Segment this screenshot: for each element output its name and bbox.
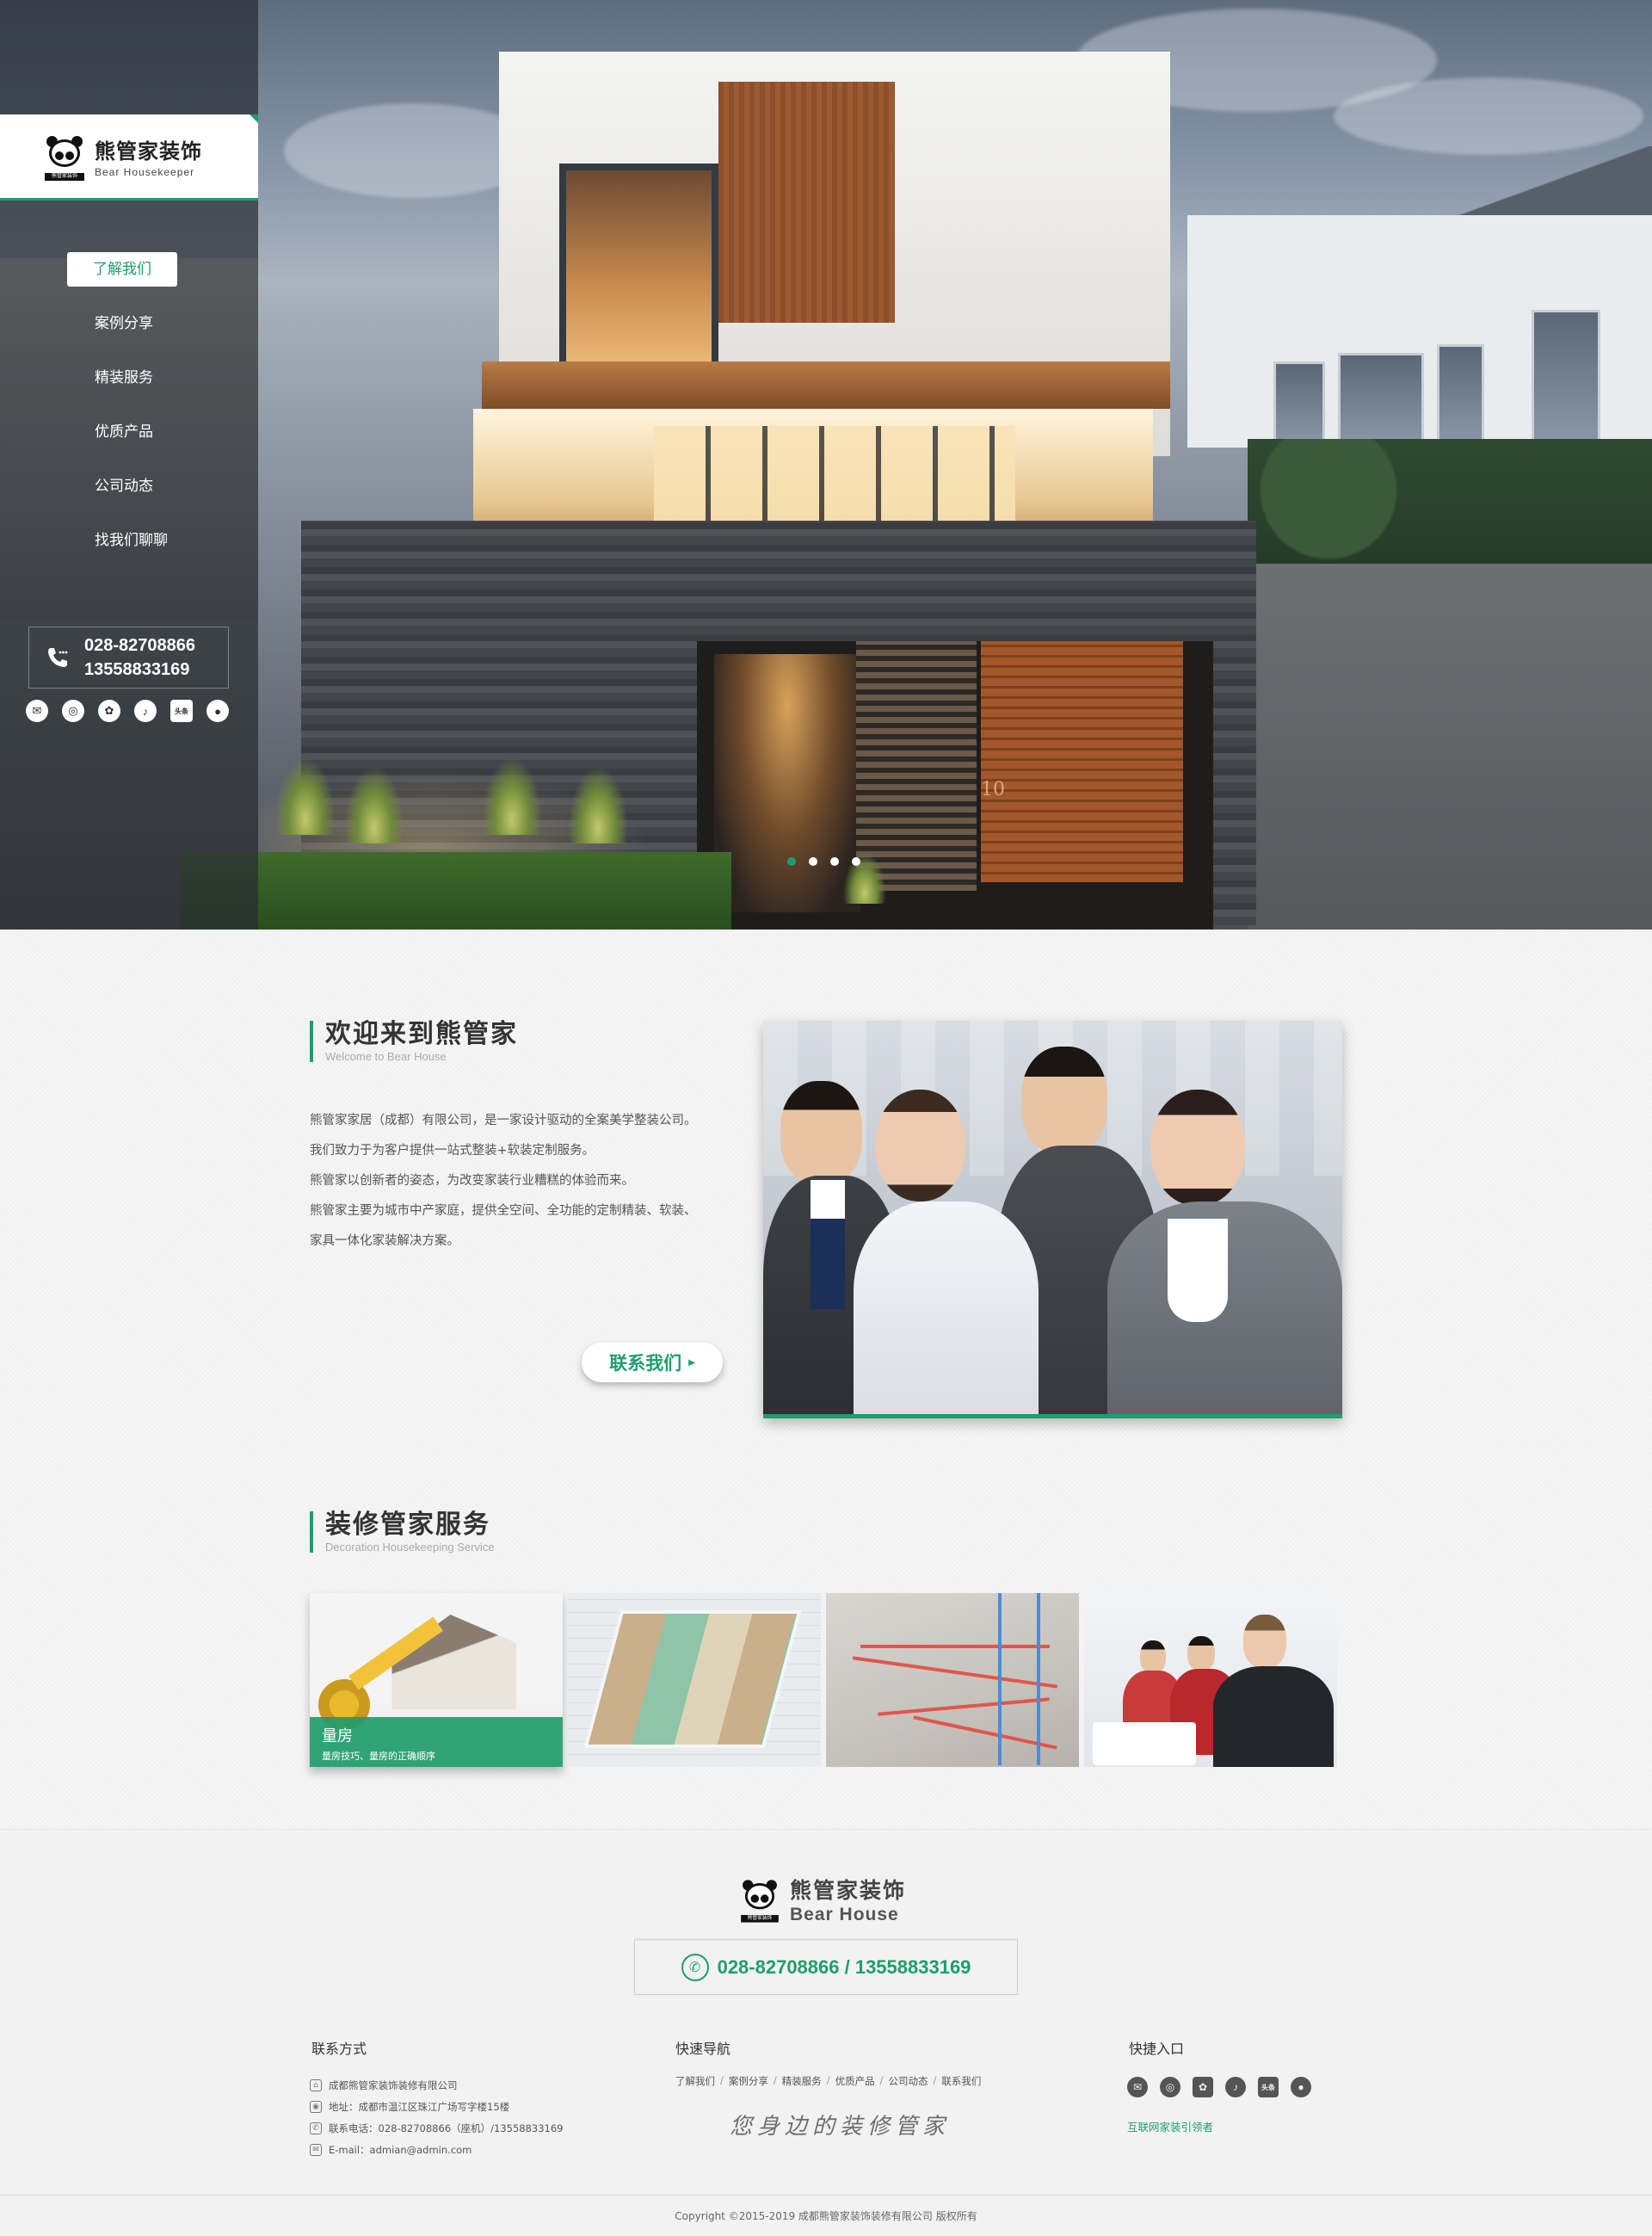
arrow-right-icon: ▶ [688,1357,695,1368]
boundary-wall [1248,564,1652,930]
plant [482,757,542,835]
main-house [430,34,1196,559]
contact-company: ⌂ 成都熊管家装饰装修有限公司 [310,2074,564,2096]
carousel-dot-2[interactable] [809,857,817,866]
floorplan-illustration [583,1610,802,1748]
mail-icon: ✉ [310,2143,322,2156]
tiktok-icon[interactable]: ♪ [134,700,157,722]
carousel-dot-4[interactable] [852,857,860,866]
phone-icon: ✆ [310,2122,322,2134]
sidebar: 熊管家装饰 熊管家装饰 Bear Housekeeper 了解我们 案例分享 精… [0,0,258,930]
brand-name-cn: 熊管家装饰 [95,139,202,164]
service-card-support[interactable] [1084,1593,1337,1767]
footer-nav-about[interactable]: 了解我们 [675,2074,715,2088]
copyright: Copyright ©2015-2019 成都熊管家装饰装修有限公司 版权所有 [0,2195,1652,2236]
toutiao-icon[interactable]: 头条 [170,700,193,722]
service-title: 量房 [322,1727,353,1745]
contact-heading: 联系方式 [311,2041,367,2057]
welcome-title: 欢迎来到熊管家 [325,1019,518,1049]
nav-item-news[interactable]: 公司动态 [67,469,239,523]
carousel-dots [787,857,860,866]
service-caption: 量房 量房技巧、量房的正确顺序 [310,1717,563,1767]
wechat-icon[interactable]: ✉ [26,700,48,722]
background-building [1187,215,1652,448]
carousel-dot-1[interactable] [787,857,796,866]
nav-item-products[interactable]: 优质产品 [67,415,239,469]
quick-access-heading: 快捷入口 [1129,2041,1185,2057]
footer-phone-box[interactable]: ✆ 028-82708866 / 13558833169 [634,1938,1018,1995]
nav-item-contact[interactable]: 找我们聊聊 [67,523,239,578]
services-title: 装修管家服务 [325,1510,490,1540]
carousel-dot-3[interactable] [830,857,839,866]
services-heading: 装修管家服务 Decoration Housekeeping Service [310,1510,495,1554]
quick-nav-heading: 快速导航 [675,2041,731,2057]
main-nav: 了解我们 案例分享 精装服务 优质产品 公司动态 找我们聊聊 [67,252,239,578]
plant [568,766,628,843]
phone-number-2[interactable]: 13558833169 [84,658,195,682]
footer-nav-contact[interactable]: 联系我们 [941,2074,981,2088]
team-photo [763,1021,1342,1418]
welcome-subtitle: Welcome to Bear House [325,1050,447,1063]
plant [344,766,404,843]
hedge [1248,439,1652,568]
service-desc: 量房技巧、量房的正确顺序 [322,1751,435,1762]
service-card-measure[interactable]: 量房 量房技巧、量房的正确顺序 [310,1593,563,1767]
social-links: ✉ ◎ ✿ ♪ 头条 ● [26,700,229,722]
logo[interactable]: 熊管家装饰 熊管家装饰 Bear Housekeeper [0,114,258,201]
wechat-icon[interactable]: ✉ [1127,2077,1148,2097]
plant [275,757,336,835]
services-list: 量房 量房技巧、量房的正确顺序 [310,1593,1337,1767]
panda-app-icon[interactable]: ● [206,700,229,722]
nav-item-about[interactable]: 了解我们 [67,252,239,306]
contact-info: ⌂ 成都熊管家装饰装修有限公司 ◉ 地址：成都市温江区珠江广场写字楼15楼 ✆ 联系电… [310,2074,564,2160]
footer-brand-en: Bear House [790,1905,899,1924]
contact-us-button[interactable]: 联系我们 ▶ [582,1343,723,1382]
footer-nav: 了解我们 / 案例分享 / 精装服务 / 优质产品 / 公司动态 / 联系我们 [675,2074,982,2088]
house-number: 10 [981,779,1005,800]
weibo-icon[interactable]: ◎ [1160,2077,1180,2097]
footer-phone: 028-82708866 / 13558833169 [717,1956,971,1978]
contact-email: ✉ E-mail：admian@admin.com [310,2139,564,2160]
services-subtitle: Decoration Housekeeping Service [325,1541,495,1553]
cloud [1334,77,1643,155]
contact-address: ◉ 地址：成都市温江区珠江广场写字楼15楼 [310,2096,564,2117]
phone-icon [48,648,68,667]
brand-name-en: Bear Housekeeper [95,166,195,178]
quick-access-link[interactable]: 互联网家装引领者 [1127,2118,1213,2134]
tiktok-icon[interactable]: ♪ [1225,2077,1246,2097]
panda-logo-icon: 熊管家装饰 [741,1876,779,1923]
footer-nav-cases[interactable]: 案例分享 [729,2074,768,2088]
weibo-icon[interactable]: ◎ [62,700,84,722]
footer-nav-services[interactable]: 精装服务 [782,2074,822,2088]
service-card-floorplan[interactable] [568,1593,821,1767]
hero-banner: 10 熊管家装饰 熊管家装饰 Bear Housekeeper 了解我们 案例分… [0,0,1652,930]
location-icon: ◉ [310,2100,322,2113]
service-card-plumbing[interactable] [826,1593,1079,1767]
welcome-text: 熊管家家居（成都）有限公司，是一家设计驱动的全案美学整装公司。 我们致力于为客户… [310,1114,697,1248]
footer-nav-news[interactable]: 公司动态 [889,2074,928,2088]
footer-nav-products[interactable]: 优质产品 [835,2074,875,2088]
phone-number-1[interactable]: 028-82708866 [84,633,195,658]
footer-logo[interactable]: 熊管家装饰 熊管家装饰 Bear House [740,1874,906,1925]
phone-box: 028-82708866 13558833169 [28,627,229,689]
lawn [181,852,731,930]
footer-social-links: ✉ ◎ ✿ ♪ 头条 ● [1127,2077,1311,2097]
home-icon: ⌂ [310,2078,322,2091]
nav-item-services[interactable]: 精装服务 [67,361,239,415]
nav-item-cases[interactable]: 案例分享 [67,306,239,361]
app-icon[interactable]: ✿ [1193,2077,1213,2097]
contact-phone: ✆ 联系电话：028-82708866（座机）/13558833169 [310,2117,564,2139]
phone-icon: ✆ [681,1954,709,1981]
panda-tag-label: 熊管家装饰 [45,172,84,181]
welcome-heading: 欢迎来到熊管家 Welcome to Bear House [310,1019,518,1064]
panda-app-icon[interactable]: ● [1291,2077,1311,2097]
app-icon[interactable]: ✿ [98,700,120,722]
panda-logo-icon: 熊管家装饰 [45,133,84,181]
toutiao-icon[interactable]: 头条 [1258,2077,1279,2097]
slogan: 您身边的装修管家 [730,2114,951,2140]
footer-brand-cn: 熊管家装饰 [790,1878,907,1903]
